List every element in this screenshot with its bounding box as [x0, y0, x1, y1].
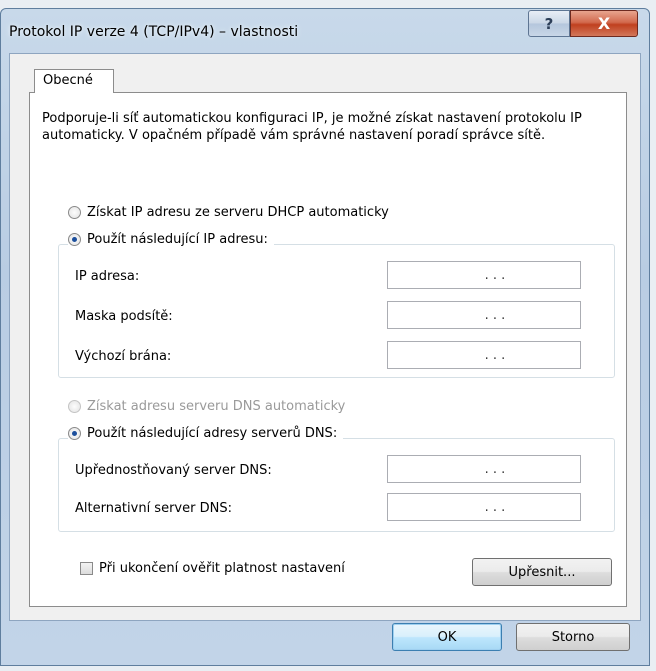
ok-button[interactable]: OK [392, 623, 502, 651]
subnet-mask-field[interactable]: . . . [387, 301, 581, 329]
preferred-dns-label: Upřednostňovaný server DNS: [75, 463, 272, 478]
close-button[interactable]: X [570, 10, 638, 37]
ip-auto-radio-row[interactable]: Získat IP adresu ze serveru DHCP automat… [68, 205, 389, 220]
intro-text: Podporuje-li síť automatickou konfigurac… [42, 111, 582, 143]
default-gateway-label: Výchozí brána: [75, 349, 172, 364]
ok-button-label: OK [437, 629, 457, 645]
ip-address-field[interactable]: . . . [387, 261, 581, 289]
preferred-dns-field[interactable]: . . . [387, 455, 581, 483]
dns-auto-label: Získat adresu serveru DNS automaticky [87, 399, 346, 414]
help-button[interactable]: ? [528, 10, 570, 37]
default-gateway-field[interactable]: . . . [387, 341, 581, 369]
ip-auto-radio[interactable] [68, 206, 81, 219]
tab-panel-general: Podporuje-li síť automatickou konfigurac… [29, 92, 627, 607]
ip-manual-label: Použít následující IP adresu: [87, 232, 268, 247]
help-icon: ? [544, 14, 554, 33]
dialog-client-area: Obecné Podporuje-li síť automatickou kon… [9, 53, 641, 621]
dns-manual-radio-row[interactable]: Použít následující adresy serverů DNS: [68, 426, 344, 441]
ip-address-label: IP adresa: [75, 269, 140, 284]
validate-checkbox-label: Při ukončení ověřit platnost nastavení [99, 561, 345, 576]
alternate-dns-value: . . . [484, 499, 506, 515]
ip-manual-radio-row[interactable]: Použít následující IP adresu: [68, 232, 274, 247]
window-title: Protokol IP verze 4 (TCP/IPv4) – vlastno… [9, 24, 299, 40]
title-bar[interactable]: Protokol IP verze 4 (TCP/IPv4) – vlastno… [1, 9, 649, 53]
validate-checkbox[interactable] [80, 562, 93, 575]
advanced-button[interactable]: Upřesnit... [472, 558, 612, 586]
cancel-button[interactable]: Storno [516, 623, 630, 651]
close-icon: X [597, 14, 611, 33]
alternate-dns-label: Alternativní server DNS: [75, 501, 232, 516]
ip-auto-label: Získat IP adresu ze serveru DHCP automat… [87, 205, 389, 220]
ip-manual-radio[interactable] [68, 233, 81, 246]
tab-general-label: Obecné [43, 73, 93, 88]
ip-address-value: . . . [484, 267, 506, 283]
advanced-button-label: Upřesnit... [508, 564, 576, 580]
dialog-window: Protokol IP verze 4 (TCP/IPv4) – vlastno… [0, 8, 650, 666]
dns-auto-radio[interactable] [68, 400, 81, 413]
cancel-button-label: Storno [551, 629, 595, 645]
subnet-mask-label: Maska podsítě: [75, 309, 173, 324]
tab-general[interactable]: Obecné [34, 69, 114, 93]
dns-manual-radio[interactable] [68, 427, 81, 440]
subnet-mask-value: . . . [484, 307, 506, 323]
validate-checkbox-row[interactable]: Při ukončení ověřit platnost nastavení [80, 561, 345, 576]
default-gateway-value: . . . [484, 347, 506, 363]
dns-auto-radio-row[interactable]: Získat adresu serveru DNS automaticky [68, 399, 345, 414]
preferred-dns-value: . . . [484, 461, 506, 477]
dns-manual-label: Použít následující adresy serverů DNS: [87, 426, 338, 441]
alternate-dns-field[interactable]: . . . [387, 493, 581, 521]
